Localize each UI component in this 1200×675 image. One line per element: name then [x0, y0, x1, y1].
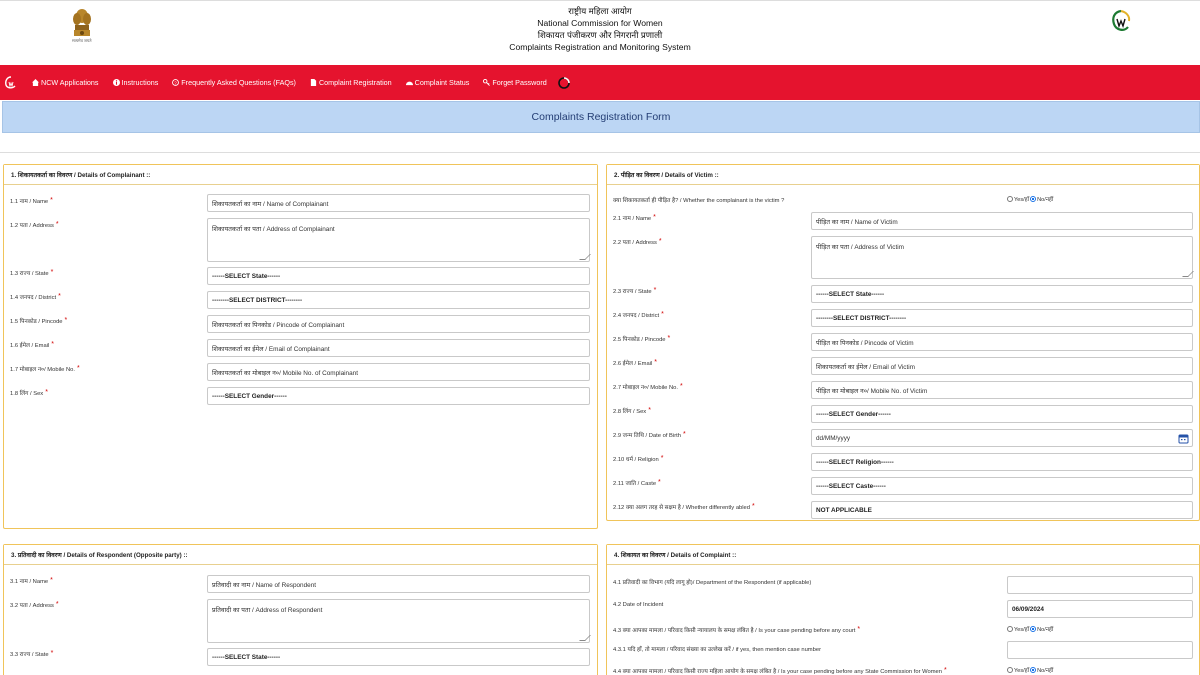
victim-heading: 2. पीड़ित का विवरण / Details of Victim :… [607, 165, 1199, 185]
victim-mobile-input[interactable]: पीड़ित का मोबाइल न०/ Mobile No. of Victi… [811, 381, 1193, 399]
complaint-heading: 4. शिकायत का विवरण / Details of Complain… [607, 545, 1199, 565]
ncw-mini-logo-icon[interactable] [4, 75, 18, 90]
victim-disability-label: 2.12 क्या अलग तरह से सक्षम है / Whether … [613, 505, 750, 511]
court-pending-no-radio[interactable] [1030, 626, 1037, 632]
subtitle-hindi: शिकायत पंजीकरण और निगरानी प्रणाली [537, 30, 663, 40]
nav-forget-password[interactable]: Forget Password [483, 78, 547, 87]
complainant-district-label: 1.4 जनपद / District [10, 295, 57, 301]
victim-caste-select[interactable]: ------SELECT Caste------ [811, 477, 1193, 495]
complainant-address-label: 1.2 पता / Address [10, 223, 54, 229]
form-title-bar: Complaints Registration Form [2, 101, 1200, 133]
victim-dob-value: dd/MM/yyyy [816, 434, 851, 442]
ncw-logo-icon [1112, 9, 1131, 31]
respondent-address-label: 3.2 पता / Address [10, 603, 54, 609]
victim-address-label: 2.2 पता / Address [613, 240, 657, 246]
complainant-email-input[interactable]: शिकायतकर्ता का ईमेल / Email of Complaina… [207, 339, 590, 357]
complainant-name-input[interactable]: शिकायतकर्ता का नाम / Name of Complainant [207, 194, 590, 212]
court-pending-yes-radio[interactable] [1007, 626, 1013, 632]
victim-caste-label: 2.11 जाति / Caste [613, 481, 657, 487]
question-icon: ? [172, 79, 180, 86]
state-commission-no-radio[interactable] [1030, 667, 1037, 673]
key-icon [483, 79, 491, 86]
victim-email-input[interactable]: शिकायतकर्ता का ईमेल / Email of Victim [811, 357, 1193, 375]
victim-district-select[interactable]: --------SELECT DISTRICT-------- [811, 309, 1193, 327]
incident-date-input[interactable]: 06/09/2024 [1007, 600, 1193, 618]
home-icon [32, 79, 39, 86]
state-commission-pending-label: 4.4 क्या आपका मामला / परिवाद किसी राज्य … [613, 669, 942, 675]
victim-religion-select[interactable]: ------SELECT Religion------ [811, 453, 1193, 471]
complainant-mobile-label: 1.7 मोबाइल न०/ Mobile No. [10, 367, 75, 373]
victim-radio-group: Yes/हाँ No/नहीं [1007, 195, 1053, 203]
complainant-address-textarea[interactable]: शिकायतकर्ता का पता / Address of Complain… [207, 218, 590, 262]
nav-complaint-status[interactable]: Complaint Status [405, 78, 469, 87]
info-icon [112, 79, 120, 86]
complaint-department-label: 4.1 प्रतिवादी का विभाग (यदि लागू हो)/ De… [613, 580, 812, 586]
dashboard-icon [405, 81, 413, 86]
complainant-pincode-label: 1.5 पिनकोड / Pincode [10, 319, 63, 325]
victim-dob-label: 2.9 जन्म तिथि / Date of Birth [613, 433, 681, 439]
divider [0, 152, 1200, 153]
respondent-name-label: 3.1 नाम / Name [10, 579, 49, 585]
victim-district-label: 2.4 जनपद / District [613, 313, 660, 319]
complaint-department-input[interactable] [1007, 576, 1193, 594]
victim-dob-input[interactable]: dd/MM/yyyy [811, 429, 1193, 447]
victim-disability-select[interactable]: NOT APPLICABLE [811, 501, 1193, 519]
case-number-label: 4.3.1 यदि हाँ, तो मामला / परिवाद संख्या … [613, 647, 822, 653]
calendar-icon[interactable] [1178, 433, 1189, 444]
victim-no-radio[interactable] [1030, 196, 1037, 202]
title-hindi: राष्ट्रीय महिला आयोग [568, 6, 632, 16]
complainant-state-select[interactable]: ------SELECT State------ [207, 267, 590, 285]
respondent-state-select[interactable]: ------SELECT State------ [207, 648, 590, 666]
nav-ncw-applications[interactable]: NCW Applications [32, 78, 99, 87]
victim-pincode-label: 2.5 पिनकोड / Pincode [613, 337, 666, 343]
complainant-pincode-input[interactable]: शिकायतकर्ता का पिनकोड / Pincode of Compl… [207, 315, 590, 333]
subtitle-english: Complaints Registration and Monitoring S… [509, 42, 691, 52]
case-number-input[interactable] [1007, 641, 1193, 659]
respondent-state-label: 3.3 राज्य / State [10, 652, 49, 658]
respondent-address-textarea[interactable]: प्रतिवादी का पता / Address of Respondent [207, 599, 590, 643]
ncw-ring-icon [557, 76, 570, 89]
victim-question-label: क्या शिकायतकर्ता ही पीड़ित है? / Whether… [613, 198, 785, 204]
complainant-email-label: 1.6 ईमेल / Email [10, 343, 50, 349]
complainant-district-select[interactable]: --------SELECT DISTRICT-------- [207, 291, 590, 309]
state-commission-yes-radio[interactable] [1007, 667, 1013, 673]
document-icon [310, 79, 317, 86]
victim-sex-select[interactable]: ------SELECT Gender------ [811, 405, 1193, 423]
state-commission-radio-group: Yes/हाँ No/नहीं [1007, 666, 1053, 674]
court-pending-radio-group: Yes/हाँ No/नहीं [1007, 625, 1053, 633]
victim-name-label: 2.1 नाम / Name [613, 216, 652, 222]
nav-complaint-registration[interactable]: Complaint Registration [310, 78, 392, 87]
victim-state-select[interactable]: ------SELECT State------ [811, 285, 1193, 303]
victim-address-textarea[interactable]: पीड़ित का पता / Address of Victim [811, 236, 1193, 279]
complainant-heading: 1. शिकायतकर्ता का विवरण / Details of Com… [4, 165, 597, 185]
respondent-heading: 3. प्रतिवादी का विवरण / Details of Respo… [4, 545, 597, 565]
victim-yes-radio[interactable] [1007, 196, 1013, 202]
court-pending-label: 4.3 क्या आपका मामला / परिवाद किसी न्याया… [613, 628, 856, 634]
nav-instructions[interactable]: Instructions [112, 78, 158, 87]
victim-pincode-input[interactable]: पीड़ित का पिनकोड / Pincode of Victim [811, 333, 1193, 351]
complainant-mobile-input[interactable]: शिकायतकर्ता का मोबाइल न०/ Mobile No. of … [207, 363, 590, 381]
respondent-name-input[interactable]: प्रतिवादी का नाम / Name of Respondent [207, 575, 590, 593]
victim-name-input[interactable]: पीड़ित का नाम / Name of Victim [811, 212, 1193, 230]
main-navigation: NCW Applications Instructions ? Frequent… [0, 65, 1200, 100]
incident-date-label: 4.2 Date of Incident [613, 602, 664, 608]
complainant-sex-select[interactable]: ------SELECT Gender------ [207, 387, 590, 405]
site-titles: राष्ट्रीय महिला आयोग National Commission… [400, 5, 800, 53]
victim-religion-label: 2.10 धर्म / Religion [613, 457, 659, 463]
svg-text:?: ? [175, 80, 178, 85]
victim-email-label: 2.6 ईमेल / Email [613, 361, 653, 367]
nav-faqs[interactable]: ? Frequently Asked Questions (FAQs) [172, 78, 296, 87]
victim-sex-label: 2.8 लिंग / Sex [613, 409, 647, 415]
title-english: National Commission for Women [537, 18, 663, 28]
victim-mobile-label: 2.7 मोबाइल न०/ Mobile No. [613, 385, 678, 391]
complainant-state-label: 1.3 राज्य / State [10, 271, 49, 277]
emblem-caption: सत्यमेव जयते [72, 38, 92, 43]
complainant-sex-label: 1.8 लिंग / Sex [10, 391, 44, 397]
victim-state-label: 2.3 राज्य / State [613, 289, 652, 295]
form-title: Complaints Registration Form [531, 111, 671, 123]
complainant-name-label: 1.1 नाम / Name [10, 199, 49, 205]
header: सत्यमेव जयते राष्ट्रीय महिला आयोग Nation… [0, 0, 1200, 65]
